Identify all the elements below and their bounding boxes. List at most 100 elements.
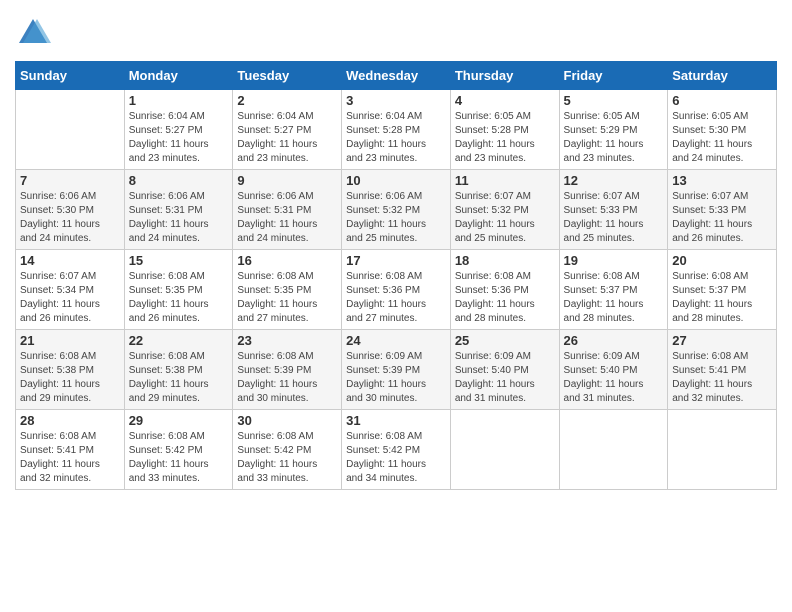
day-info: Sunrise: 6:08 AM Sunset: 5:42 PM Dayligh… <box>237 430 337 486</box>
calendar-week-row: 21 Sunrise: 6:08 AM Sunset: 5:38 PM Dayli… <box>16 330 777 410</box>
calendar-cell: 12 Sunrise: 6:07 AM Sunset: 5:33 PM Dayli… <box>559 170 668 250</box>
day-info: Sunrise: 6:08 AM Sunset: 5:39 PM Dayligh… <box>237 350 337 406</box>
day-info: Sunrise: 6:04 AM Sunset: 5:28 PM Dayligh… <box>346 110 446 166</box>
calendar-cell: 25Sunrise: 6:09 AM Sunset: 5:40 PM Dayli… <box>450 330 559 410</box>
calendar-table: SundayMondayTuesdayWednesdayThursdayFrid… <box>15 61 777 490</box>
day-info: Sunrise: 6:05 AM Sunset: 5:30 PM Dayligh… <box>672 110 772 166</box>
day-info: Sunrise: 6:08 AM Sunset: 5:35 PM Dayligh… <box>237 270 337 326</box>
day-number: 6 <box>672 93 772 108</box>
day-info: Sunrise: 6:08 AM Sunset: 5:41 PM Dayligh… <box>672 350 772 406</box>
calendar-cell: 7 Sunrise: 6:06 AM Sunset: 5:30 PM Daylig… <box>16 170 125 250</box>
day-number: 3 <box>346 93 446 108</box>
day-info: Sunrise: 6:08 AM Sunset: 5:35 PM Dayligh… <box>129 270 229 326</box>
day-number: 13 <box>672 173 772 188</box>
calendar-week-row: 14 Sunrise: 6:07 AM Sunset: 5:34 PM Dayli… <box>16 250 777 330</box>
calendar-cell: 1Sunrise: 6:04 AM Sunset: 5:27 PM Daylig… <box>124 90 233 170</box>
day-header-thursday: Thursday <box>450 62 559 90</box>
day-number: 30 <box>237 413 337 428</box>
calendar-week-row: 28Sunrise: 6:08 AM Sunset: 5:41 PM Dayli… <box>16 410 777 490</box>
day-info: Sunrise: 6:09 AM Sunset: 5:40 PM Dayligh… <box>564 350 664 406</box>
calendar-cell: 10 Sunrise: 6:06 AM Sunset: 5:32 PM Dayli… <box>342 170 451 250</box>
day-info: Sunrise: 6:06 AM Sunset: 5:30 PM Dayligh… <box>20 190 120 246</box>
logo <box>15 15 51 51</box>
day-number: 2 <box>237 93 337 108</box>
logo-icon <box>15 15 51 51</box>
day-number: 21 <box>20 333 120 348</box>
calendar-header-row: SundayMondayTuesdayWednesdayThursdayFrid… <box>16 62 777 90</box>
calendar-cell: 4 Sunrise: 6:05 AM Sunset: 5:28 PM Daylig… <box>450 90 559 170</box>
day-info: Sunrise: 6:07 AM Sunset: 5:33 PM Dayligh… <box>672 190 772 246</box>
day-number: 7 <box>20 173 120 188</box>
day-header-monday: Monday <box>124 62 233 90</box>
calendar-cell: 5Sunrise: 6:05 AM Sunset: 5:29 PM Daylig… <box>559 90 668 170</box>
calendar-cell: 19 Sunrise: 6:08 AM Sunset: 5:37 PM Dayli… <box>559 250 668 330</box>
day-number: 10 <box>346 173 446 188</box>
calendar-cell: 6 Sunrise: 6:05 AM Sunset: 5:30 PM Daylig… <box>668 90 777 170</box>
calendar-week-row: 7 Sunrise: 6:06 AM Sunset: 5:30 PM Daylig… <box>16 170 777 250</box>
calendar-cell: 24 Sunrise: 6:09 AM Sunset: 5:39 PM Dayli… <box>342 330 451 410</box>
calendar-cell: 20 Sunrise: 6:08 AM Sunset: 5:37 PM Dayli… <box>668 250 777 330</box>
day-number: 11 <box>455 173 555 188</box>
calendar-week-row: 1Sunrise: 6:04 AM Sunset: 5:27 PM Daylig… <box>16 90 777 170</box>
day-info: Sunrise: 6:08 AM Sunset: 5:38 PM Dayligh… <box>129 350 229 406</box>
day-number: 29 <box>129 413 229 428</box>
calendar-cell: 29 Sunrise: 6:08 AM Sunset: 5:42 PM Dayli… <box>124 410 233 490</box>
calendar-cell: 14 Sunrise: 6:07 AM Sunset: 5:34 PM Dayli… <box>16 250 125 330</box>
calendar-cell: 2 Sunrise: 6:04 AM Sunset: 5:27 PM Daylig… <box>233 90 342 170</box>
day-info: Sunrise: 6:07 AM Sunset: 5:34 PM Dayligh… <box>20 270 120 326</box>
day-number: 19 <box>564 253 664 268</box>
day-header-friday: Friday <box>559 62 668 90</box>
calendar-cell: 30 Sunrise: 6:08 AM Sunset: 5:42 PM Dayli… <box>233 410 342 490</box>
day-number: 4 <box>455 93 555 108</box>
calendar-cell <box>668 410 777 490</box>
day-number: 23 <box>237 333 337 348</box>
day-number: 24 <box>346 333 446 348</box>
day-info: Sunrise: 6:06 AM Sunset: 5:31 PM Dayligh… <box>237 190 337 246</box>
calendar-cell: 11 Sunrise: 6:07 AM Sunset: 5:32 PM Dayli… <box>450 170 559 250</box>
day-info: Sunrise: 6:04 AM Sunset: 5:27 PM Dayligh… <box>129 110 229 166</box>
calendar-cell: 9Sunrise: 6:06 AM Sunset: 5:31 PM Daylig… <box>233 170 342 250</box>
day-number: 31 <box>346 413 446 428</box>
day-info: Sunrise: 6:05 AM Sunset: 5:28 PM Dayligh… <box>455 110 555 166</box>
calendar-cell: 27 Sunrise: 6:08 AM Sunset: 5:41 PM Dayli… <box>668 330 777 410</box>
day-number: 20 <box>672 253 772 268</box>
calendar-cell: 26 Sunrise: 6:09 AM Sunset: 5:40 PM Dayli… <box>559 330 668 410</box>
day-header-wednesday: Wednesday <box>342 62 451 90</box>
calendar-cell <box>16 90 125 170</box>
day-number: 27 <box>672 333 772 348</box>
day-info: Sunrise: 6:07 AM Sunset: 5:33 PM Dayligh… <box>564 190 664 246</box>
calendar-cell: 22 Sunrise: 6:08 AM Sunset: 5:38 PM Dayli… <box>124 330 233 410</box>
day-info: Sunrise: 6:08 AM Sunset: 5:37 PM Dayligh… <box>672 270 772 326</box>
day-info: Sunrise: 6:04 AM Sunset: 5:27 PM Dayligh… <box>237 110 337 166</box>
calendar-cell <box>450 410 559 490</box>
calendar-cell: 23 Sunrise: 6:08 AM Sunset: 5:39 PM Dayli… <box>233 330 342 410</box>
calendar-cell <box>559 410 668 490</box>
day-info: Sunrise: 6:06 AM Sunset: 5:32 PM Dayligh… <box>346 190 446 246</box>
day-number: 8 <box>129 173 229 188</box>
day-number: 16 <box>237 253 337 268</box>
calendar-cell: 8Sunrise: 6:06 AM Sunset: 5:31 PM Daylig… <box>124 170 233 250</box>
day-info: Sunrise: 6:08 AM Sunset: 5:42 PM Dayligh… <box>129 430 229 486</box>
day-header-saturday: Saturday <box>668 62 777 90</box>
day-info: Sunrise: 6:08 AM Sunset: 5:38 PM Dayligh… <box>20 350 120 406</box>
day-header-sunday: Sunday <box>16 62 125 90</box>
day-number: 5 <box>564 93 664 108</box>
day-info: Sunrise: 6:08 AM Sunset: 5:37 PM Dayligh… <box>564 270 664 326</box>
day-number: 25 <box>455 333 555 348</box>
day-info: Sunrise: 6:07 AM Sunset: 5:32 PM Dayligh… <box>455 190 555 246</box>
day-info: Sunrise: 6:08 AM Sunset: 5:41 PM Dayligh… <box>20 430 120 486</box>
day-number: 15 <box>129 253 229 268</box>
day-number: 14 <box>20 253 120 268</box>
day-number: 18 <box>455 253 555 268</box>
calendar-cell: 15 Sunrise: 6:08 AM Sunset: 5:35 PM Dayli… <box>124 250 233 330</box>
calendar-cell: 16 Sunrise: 6:08 AM Sunset: 5:35 PM Dayli… <box>233 250 342 330</box>
day-number: 22 <box>129 333 229 348</box>
calendar-cell: 3 Sunrise: 6:04 AM Sunset: 5:28 PM Daylig… <box>342 90 451 170</box>
calendar-cell: 18Sunrise: 6:08 AM Sunset: 5:36 PM Dayli… <box>450 250 559 330</box>
day-number: 26 <box>564 333 664 348</box>
calendar-cell: 31 Sunrise: 6:08 AM Sunset: 5:42 PM Dayli… <box>342 410 451 490</box>
day-info: Sunrise: 6:08 AM Sunset: 5:42 PM Dayligh… <box>346 430 446 486</box>
day-info: Sunrise: 6:09 AM Sunset: 5:39 PM Dayligh… <box>346 350 446 406</box>
calendar-cell: 17Sunrise: 6:08 AM Sunset: 5:36 PM Dayli… <box>342 250 451 330</box>
day-number: 12 <box>564 173 664 188</box>
